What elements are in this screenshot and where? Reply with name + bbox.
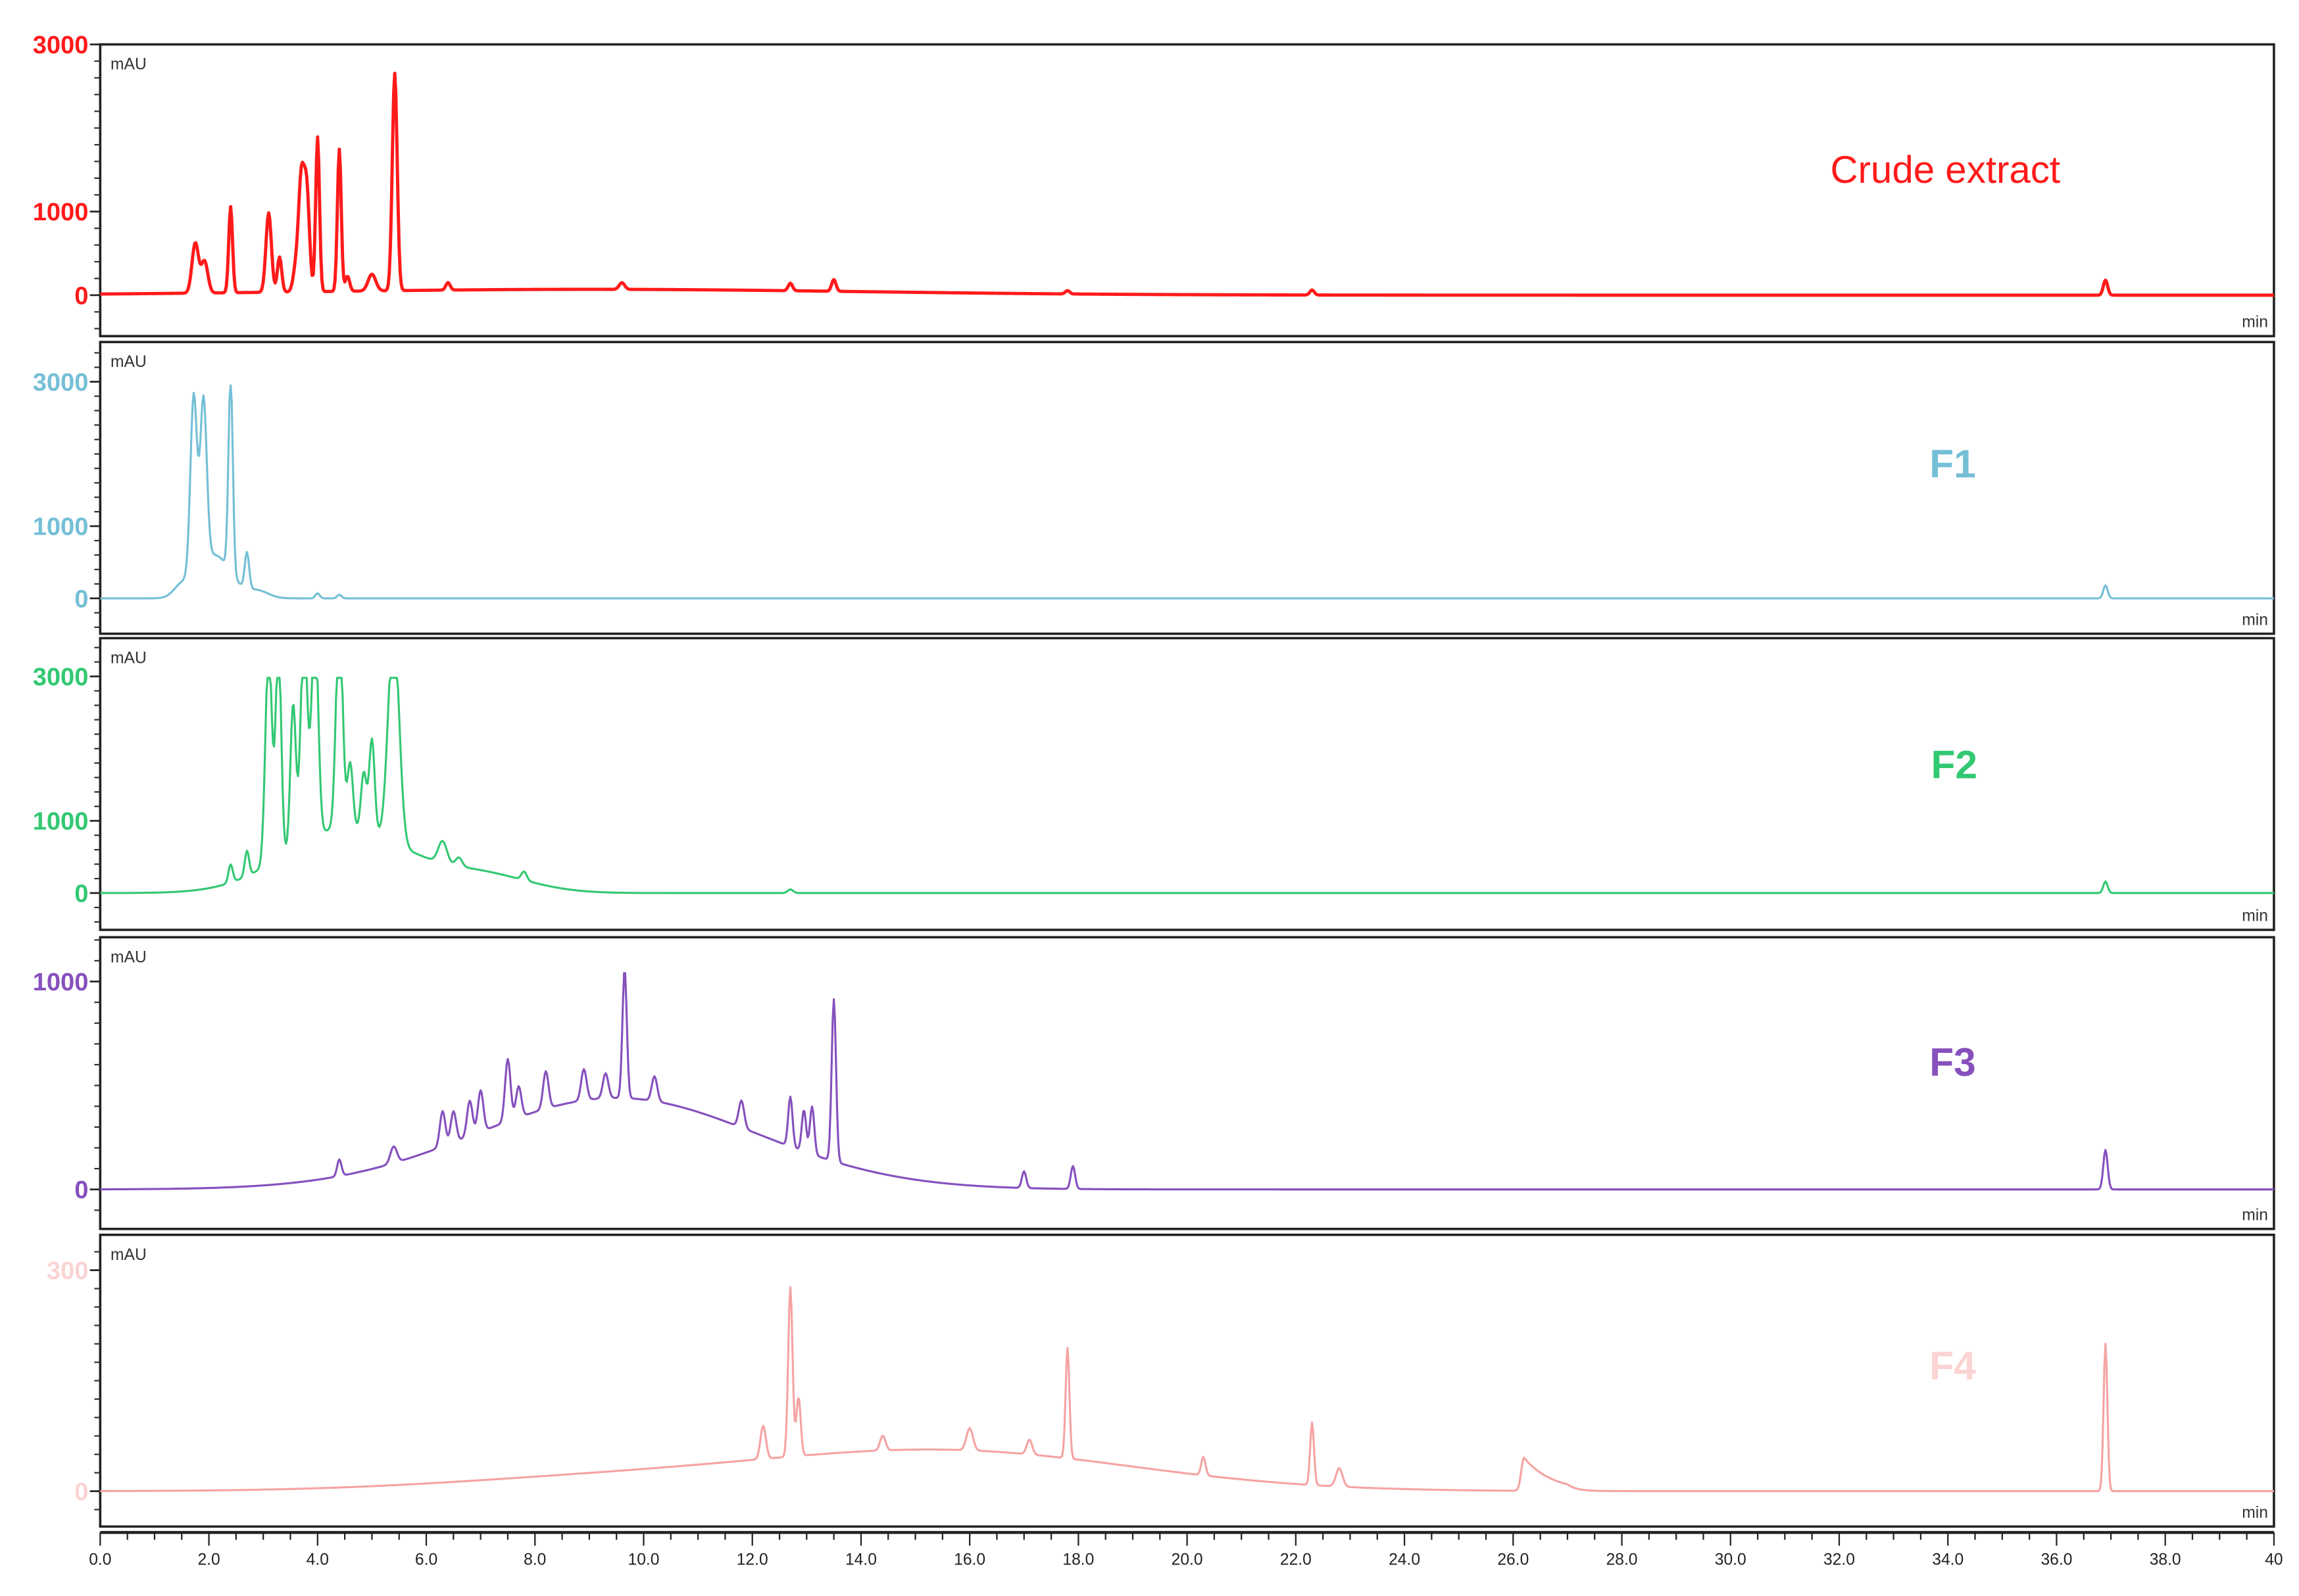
series-label: F2 bbox=[1931, 742, 1977, 786]
x-unit-label: min bbox=[2242, 1206, 2268, 1224]
y-unit-label: mAU bbox=[111, 1246, 147, 1264]
y-tick-label: 1000 bbox=[33, 969, 89, 996]
y-tick-label: 0 bbox=[74, 1478, 88, 1506]
x-tick-label: 18.0 bbox=[1062, 1551, 1094, 1569]
y-unit-label: mAU bbox=[111, 650, 147, 667]
x-tick-label: 10.0 bbox=[628, 1551, 660, 1569]
x-unit-label: min bbox=[2242, 611, 2268, 629]
x-tick-label: 32.0 bbox=[1823, 1551, 1855, 1569]
y-tick-label: 0 bbox=[74, 1176, 88, 1204]
panel-f2: 0 1000 3000 mAU min F2 bbox=[33, 637, 2275, 931]
y-tick-label: 0 bbox=[74, 880, 88, 907]
x-tick-label: 34.0 bbox=[1932, 1551, 1964, 1569]
y-tick-label: 1000 bbox=[33, 808, 89, 836]
x-tick-label: 8.0 bbox=[524, 1551, 546, 1569]
y-tick-label: 3000 bbox=[33, 664, 89, 691]
x-tick-label: 12.0 bbox=[737, 1551, 768, 1569]
x-tick-label: 26.0 bbox=[1497, 1551, 1529, 1569]
y-unit-label: mAU bbox=[111, 56, 147, 74]
x-tick-label: 24.0 bbox=[1389, 1551, 1420, 1569]
y-tick-label: 300 bbox=[47, 1257, 89, 1285]
x-tick-label: 28.0 bbox=[1606, 1551, 1638, 1569]
y-tick-label: 1000 bbox=[33, 199, 89, 226]
panel-f3: 0 1000 mAU min F3 bbox=[33, 936, 2275, 1230]
series-label: F4 bbox=[1929, 1343, 1976, 1388]
x-tick-label: 4.0 bbox=[307, 1551, 329, 1569]
x-unit-label: min bbox=[2242, 907, 2268, 925]
x-tick-label: 0.0 bbox=[89, 1551, 111, 1569]
y-tick-label: 1000 bbox=[33, 514, 89, 541]
panel-crude-extract: 0 1000 3000 mAU min Crude extract bbox=[33, 32, 2275, 337]
chromatogram-chart: 010003000mAUminCrude extract010003000mAU… bbox=[33, 32, 2283, 1569]
x-tick-label: 30.0 bbox=[1715, 1551, 1746, 1569]
x-tick-label: 16.0 bbox=[954, 1551, 985, 1569]
x-tick-label: 22.0 bbox=[1280, 1551, 1312, 1569]
y-tick-label: 3000 bbox=[33, 32, 89, 59]
y-unit-label: mAU bbox=[111, 353, 147, 371]
x-tick-label: 20.0 bbox=[1172, 1551, 1203, 1569]
x-tick-label: 36.0 bbox=[2040, 1551, 2072, 1569]
panel-f4: 0 300 mAU min F4 bbox=[47, 1233, 2275, 1528]
x-unit-label: min bbox=[2242, 314, 2268, 331]
x-tick-label: 14.0 bbox=[845, 1551, 877, 1569]
x-tick-label: 40 bbox=[2265, 1551, 2283, 1569]
y-unit-label: mAU bbox=[111, 948, 147, 966]
x-tick-label: 6.0 bbox=[415, 1551, 437, 1569]
series-label: Crude extract bbox=[1830, 149, 2060, 191]
series-label: F3 bbox=[1929, 1040, 1976, 1084]
x-axis: 0.0 2.0 4.0 6.0 8.0 10.0 12.0 14.0 16.0 18.0 20.0 2… bbox=[89, 1531, 2283, 1569]
series-label: F1 bbox=[1929, 441, 1976, 486]
x-tick-label: 2.0 bbox=[197, 1551, 220, 1569]
x-tick-label: 38.0 bbox=[2150, 1551, 2181, 1569]
y-tick-label: 0 bbox=[74, 585, 88, 613]
x-unit-label: min bbox=[2242, 1504, 2268, 1522]
y-tick-label: 3000 bbox=[33, 369, 89, 397]
y-tick-label: 0 bbox=[74, 282, 88, 310]
panel-frame bbox=[99, 341, 2275, 635]
panel-f1: 0 1000 3000 mAU min F1 bbox=[33, 341, 2275, 635]
